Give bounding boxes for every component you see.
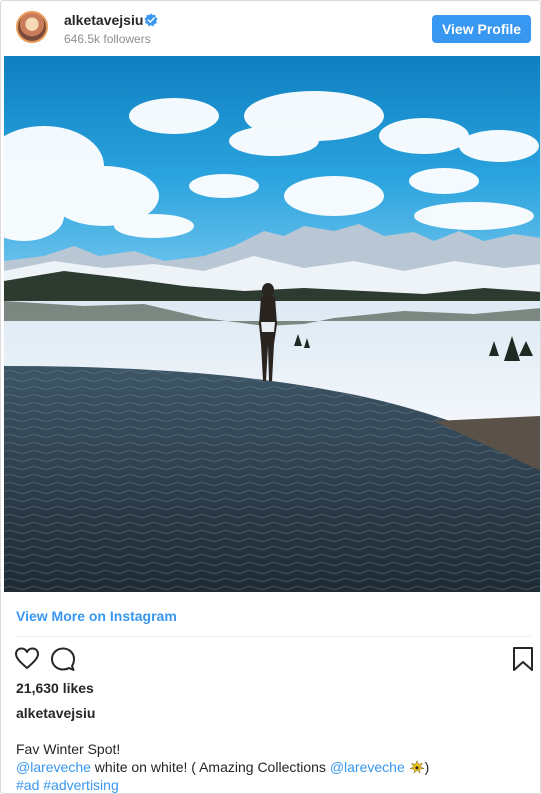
instagram-embed: alketavejsiu 646.5k followers View Profi… xyxy=(0,0,541,794)
heart-icon[interactable] xyxy=(14,646,40,672)
view-profile-button[interactable]: View Profile xyxy=(432,15,531,43)
hashtag-link[interactable]: #ad xyxy=(16,777,39,793)
follower-count: 646.5k followers xyxy=(64,32,151,46)
like-count[interactable]: 21,630 likes xyxy=(16,680,94,696)
caption-username[interactable]: alketavejsiu xyxy=(16,705,95,721)
sparkle-emoji-icon xyxy=(408,760,425,774)
header-username[interactable]: alketavejsiu xyxy=(64,12,143,28)
caption-line-2: @lareveche white on white! ( Amazing Col… xyxy=(16,758,429,776)
hashtag-link[interactable]: #advertising xyxy=(43,777,119,793)
comment-icon[interactable] xyxy=(50,646,76,672)
caption-text-segment: ) xyxy=(424,759,430,775)
divider xyxy=(16,636,531,637)
avatar[interactable] xyxy=(16,11,48,43)
post-photo[interactable] xyxy=(4,56,541,592)
mention-link[interactable]: @lareveche xyxy=(330,759,405,775)
verified-badge-icon xyxy=(144,13,158,27)
caption-line-3: #ad #advertising xyxy=(16,776,429,793)
post-header: alketavejsiu 646.5k followers View Profi… xyxy=(1,1,540,55)
bookmark-icon[interactable] xyxy=(510,646,536,672)
mention-link[interactable]: @lareveche xyxy=(16,759,91,775)
view-more-link[interactable]: View More on Instagram xyxy=(16,608,177,624)
caption-line-1: Fav Winter Spot! xyxy=(16,741,121,757)
caption-text-segment: white on white! ( Amazing Collections xyxy=(90,759,330,775)
caption-text: Fav Winter Spot! @lareveche white on whi… xyxy=(16,740,429,793)
view-more-row: View More on Instagram xyxy=(1,593,540,637)
